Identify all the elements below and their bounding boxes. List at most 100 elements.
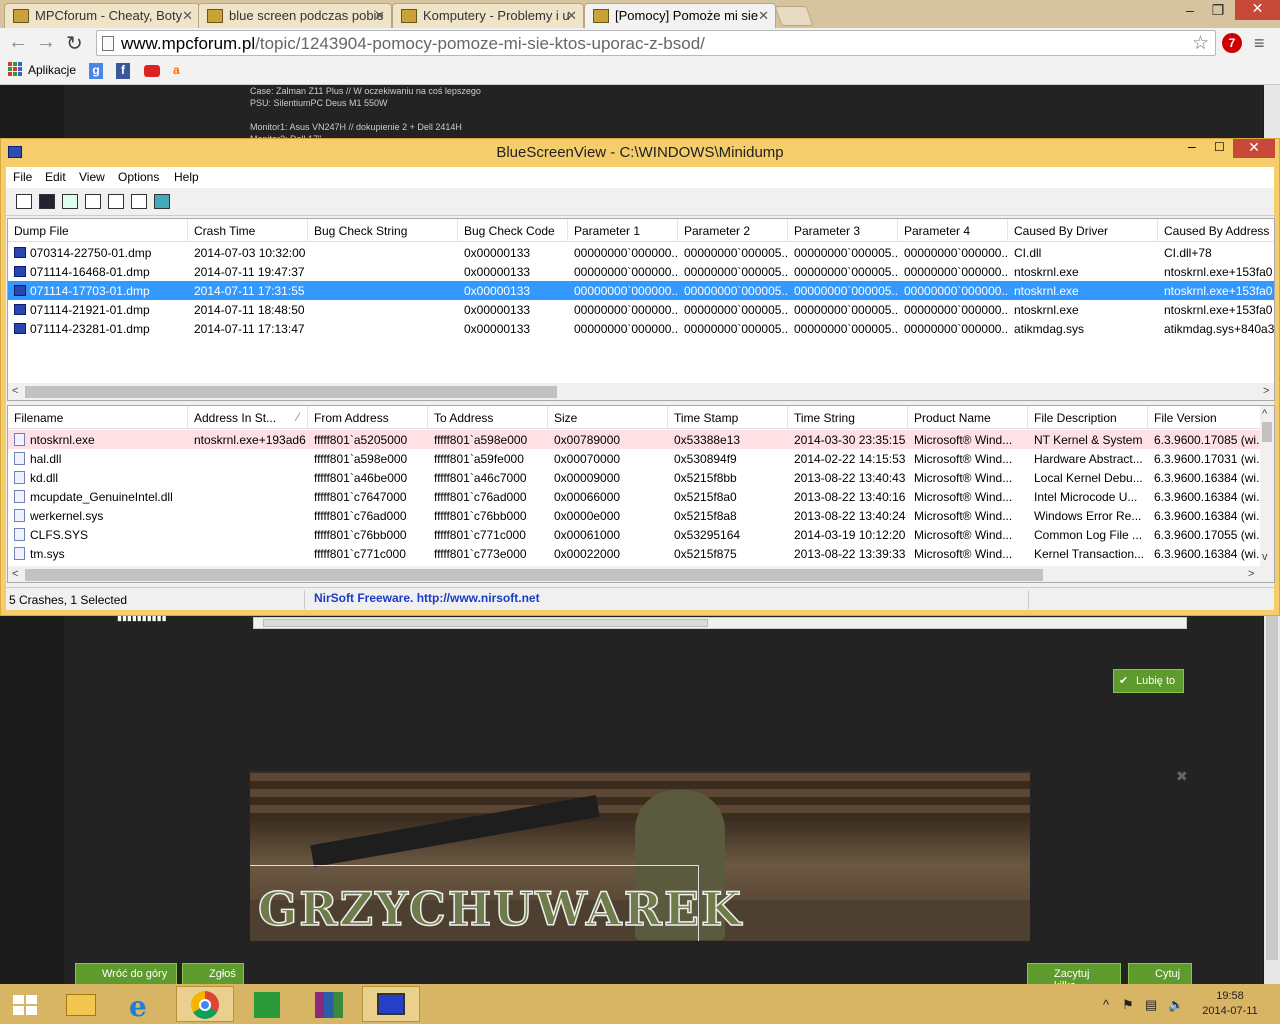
col-file-description[interactable]: File Description xyxy=(1028,406,1148,429)
back-arrow-icon[interactable]: ← xyxy=(8,31,28,54)
driver-row[interactable]: CLFS.SYS fffff801`c76bb000 fffff801`c771c0… xyxy=(8,525,1274,544)
multiquote-button[interactable]: Zacytuj kilka xyxy=(1027,963,1121,992)
taskbar-winrar[interactable] xyxy=(300,986,358,1022)
crash-row[interactable]: 071114-17703-01.dmp 2014-07-11 17:31:55 0x… xyxy=(8,281,1274,300)
scroll-right-icon[interactable]: > xyxy=(1263,385,1269,397)
crash-row[interactable]: 071114-23281-01.dmp 2014-07-11 17:13:47 0x… xyxy=(8,319,1274,338)
forward-arrow-icon[interactable]: → xyxy=(36,31,56,54)
menu-view[interactable]: View xyxy=(79,170,105,184)
apps-bookmark[interactable]: Aplikacje xyxy=(28,63,76,79)
tab-blue-screen[interactable]: blue screen podczas pobie ✕ xyxy=(198,3,392,28)
tab-komputery[interactable]: Komputery - Problemy i u ✕ xyxy=(392,3,584,28)
col-filename[interactable]: Filename xyxy=(8,406,188,429)
tab-mpcforum[interactable]: MPCforum - Cheaty, Boty ✕ xyxy=(4,3,200,28)
driver-list-hscrollbar[interactable]: < > xyxy=(8,566,1260,582)
col-bug-check-code[interactable]: Bug Check Code xyxy=(458,219,568,242)
col-crash-time[interactable]: Crash Time xyxy=(188,219,308,242)
copy-toolbar-icon[interactable] xyxy=(85,194,101,209)
col-parameter-2[interactable]: Parameter 2 xyxy=(678,219,788,242)
minimize-icon[interactable]: – xyxy=(1176,2,1204,18)
chrome-menu-icon[interactable]: ≡ xyxy=(1254,33,1265,54)
reload-icon[interactable]: ↻ xyxy=(66,31,83,56)
bsv-app-icon[interactable] xyxy=(8,146,22,158)
options-toolbar-icon[interactable] xyxy=(16,194,32,209)
nirsoft-link[interactable]: NirSoft Freeware. http://www.nirsoft.net xyxy=(314,591,540,605)
col-parameter-1[interactable]: Parameter 1 xyxy=(568,219,678,242)
bsv-titlebar[interactable]: BlueScreenView - C:\WINDOWS\Minidump xyxy=(0,138,1280,167)
crash-row[interactable]: 071114-21921-01.dmp 2014-07-11 18:48:50 0x… xyxy=(8,300,1274,319)
col-address-in-stack[interactable]: Address In St... ⁄ xyxy=(188,406,308,429)
page-scrollbar-thumb[interactable] xyxy=(1266,560,1278,960)
apps-grid-icon[interactable] xyxy=(8,62,22,76)
menu-options[interactable]: Options xyxy=(118,170,159,184)
driver-list-hscroll-thumb[interactable] xyxy=(25,569,1043,581)
extension-badge-icon[interactable]: 7 xyxy=(1222,33,1242,53)
col-caused-by-address[interactable]: Caused By Address xyxy=(1158,219,1274,242)
col-product-name[interactable]: Product Name xyxy=(908,406,1028,429)
bsv-maximize-icon[interactable]: ☐ xyxy=(1214,140,1225,154)
tab-close-icon[interactable]: ✕ xyxy=(758,8,769,24)
tab-close-icon[interactable]: ✕ xyxy=(182,8,193,24)
crash-list-hscrollbar[interactable]: < > xyxy=(8,383,1274,400)
restore-icon[interactable]: ❐ xyxy=(1204,2,1232,19)
driver-row[interactable]: mcupdate_GenuineIntel.dll fffff801`c76470… xyxy=(8,487,1274,506)
col-to-address[interactable]: To Address xyxy=(428,406,548,429)
new-tab-button[interactable] xyxy=(774,6,814,26)
taskbar-store[interactable] xyxy=(238,986,296,1022)
crash-row[interactable]: 071114-16468-01.dmp 2014-07-11 19:47:37 0x… xyxy=(8,262,1274,281)
bsv-minimize-icon[interactable]: – xyxy=(1188,138,1196,154)
quote-button[interactable]: Cytuj xyxy=(1128,963,1192,985)
col-file-version[interactable]: File Version xyxy=(1148,406,1274,429)
crash-row[interactable]: 070314-22750-01.dmp 2014-07-03 10:32:00 0x… xyxy=(8,243,1274,262)
refresh-toolbar-icon[interactable] xyxy=(62,194,78,209)
taskbar-chrome[interactable] xyxy=(176,986,234,1022)
scroll-right-icon[interactable]: > xyxy=(1248,568,1254,580)
google-icon[interactable]: g xyxy=(89,63,103,79)
bookmark-star-icon[interactable]: ☆ xyxy=(1192,32,1209,55)
start-button[interactable] xyxy=(0,986,50,1022)
col-time-string[interactable]: Time String xyxy=(788,406,908,429)
col-caused-by-driver[interactable]: Caused By Driver xyxy=(1008,219,1158,242)
driver-list-vscrollbar[interactable]: ^ v xyxy=(1260,406,1274,582)
taskbar-internet-explorer[interactable]: e xyxy=(114,986,172,1023)
properties-toolbar-icon[interactable] xyxy=(108,194,124,209)
col-parameter-3[interactable]: Parameter 3 xyxy=(788,219,898,242)
menu-file[interactable]: File xyxy=(13,170,32,184)
menu-help[interactable]: Help xyxy=(174,170,199,184)
driver-row[interactable]: kd.dll fffff801`a46be000 fffff801`a46c7000… xyxy=(8,468,1274,487)
code-box-scrollbar-thumb[interactable] xyxy=(263,619,708,627)
save-toolbar-icon[interactable] xyxy=(39,194,55,209)
banner-close-icon[interactable]: ✖ xyxy=(1176,768,1188,785)
bsv-close-button[interactable]: ✕ xyxy=(1233,139,1275,158)
tab-pomocy[interactable]: [Pomocy] Pomoże mi sie ✕ xyxy=(584,3,776,28)
taskbar-bluescreenview[interactable] xyxy=(362,986,420,1022)
tray-network-icon[interactable]: ▤ xyxy=(1145,997,1157,1013)
youtube-icon[interactable] xyxy=(144,65,160,77)
close-window-button[interactable]: ✕ xyxy=(1235,0,1280,20)
tray-flag-icon[interactable]: ⚑ xyxy=(1122,997,1134,1013)
tab-close-icon[interactable]: ✕ xyxy=(566,8,577,24)
crash-list-hscroll-thumb[interactable] xyxy=(25,386,557,398)
report-button[interactable]: Zgłoś xyxy=(182,963,244,985)
menu-edit[interactable]: Edit xyxy=(45,170,66,184)
taskbar-clock[interactable]: 19:58 2014-07-11 xyxy=(1195,989,1265,1019)
scroll-up-icon[interactable]: ^ xyxy=(1262,408,1267,420)
find-toolbar-icon[interactable] xyxy=(131,194,147,209)
col-size[interactable]: Size xyxy=(548,406,668,429)
col-from-address[interactable]: From Address xyxy=(308,406,428,429)
tray-volume-icon[interactable]: 🔈 xyxy=(1168,997,1184,1013)
col-dump-file[interactable]: Dump File xyxy=(8,219,188,242)
driver-list-vscroll-thumb[interactable] xyxy=(1262,422,1272,442)
back-to-top-button[interactable]: Wróć do góry xyxy=(75,963,177,985)
col-time-stamp[interactable]: Time Stamp xyxy=(668,406,788,429)
taskbar-file-explorer[interactable] xyxy=(52,986,110,1022)
facebook-icon[interactable]: f xyxy=(116,63,130,79)
driver-row[interactable]: ntoskrnl.exe ntoskrnl.exe+193ad6 fffff801`… xyxy=(8,430,1274,449)
col-parameter-4[interactable]: Parameter 4 xyxy=(898,219,1008,242)
tray-show-hidden-icon[interactable]: ^ xyxy=(1103,997,1109,1012)
scroll-left-icon[interactable]: < xyxy=(12,568,18,580)
address-bar[interactable]: www.mpcforum.pl/topic/1243904-pomocy-pom… xyxy=(96,30,1216,56)
scroll-down-icon[interactable]: v xyxy=(1262,551,1268,563)
scroll-left-icon[interactable]: < xyxy=(12,385,18,397)
col-bug-check-string[interactable]: Bug Check String xyxy=(308,219,458,242)
